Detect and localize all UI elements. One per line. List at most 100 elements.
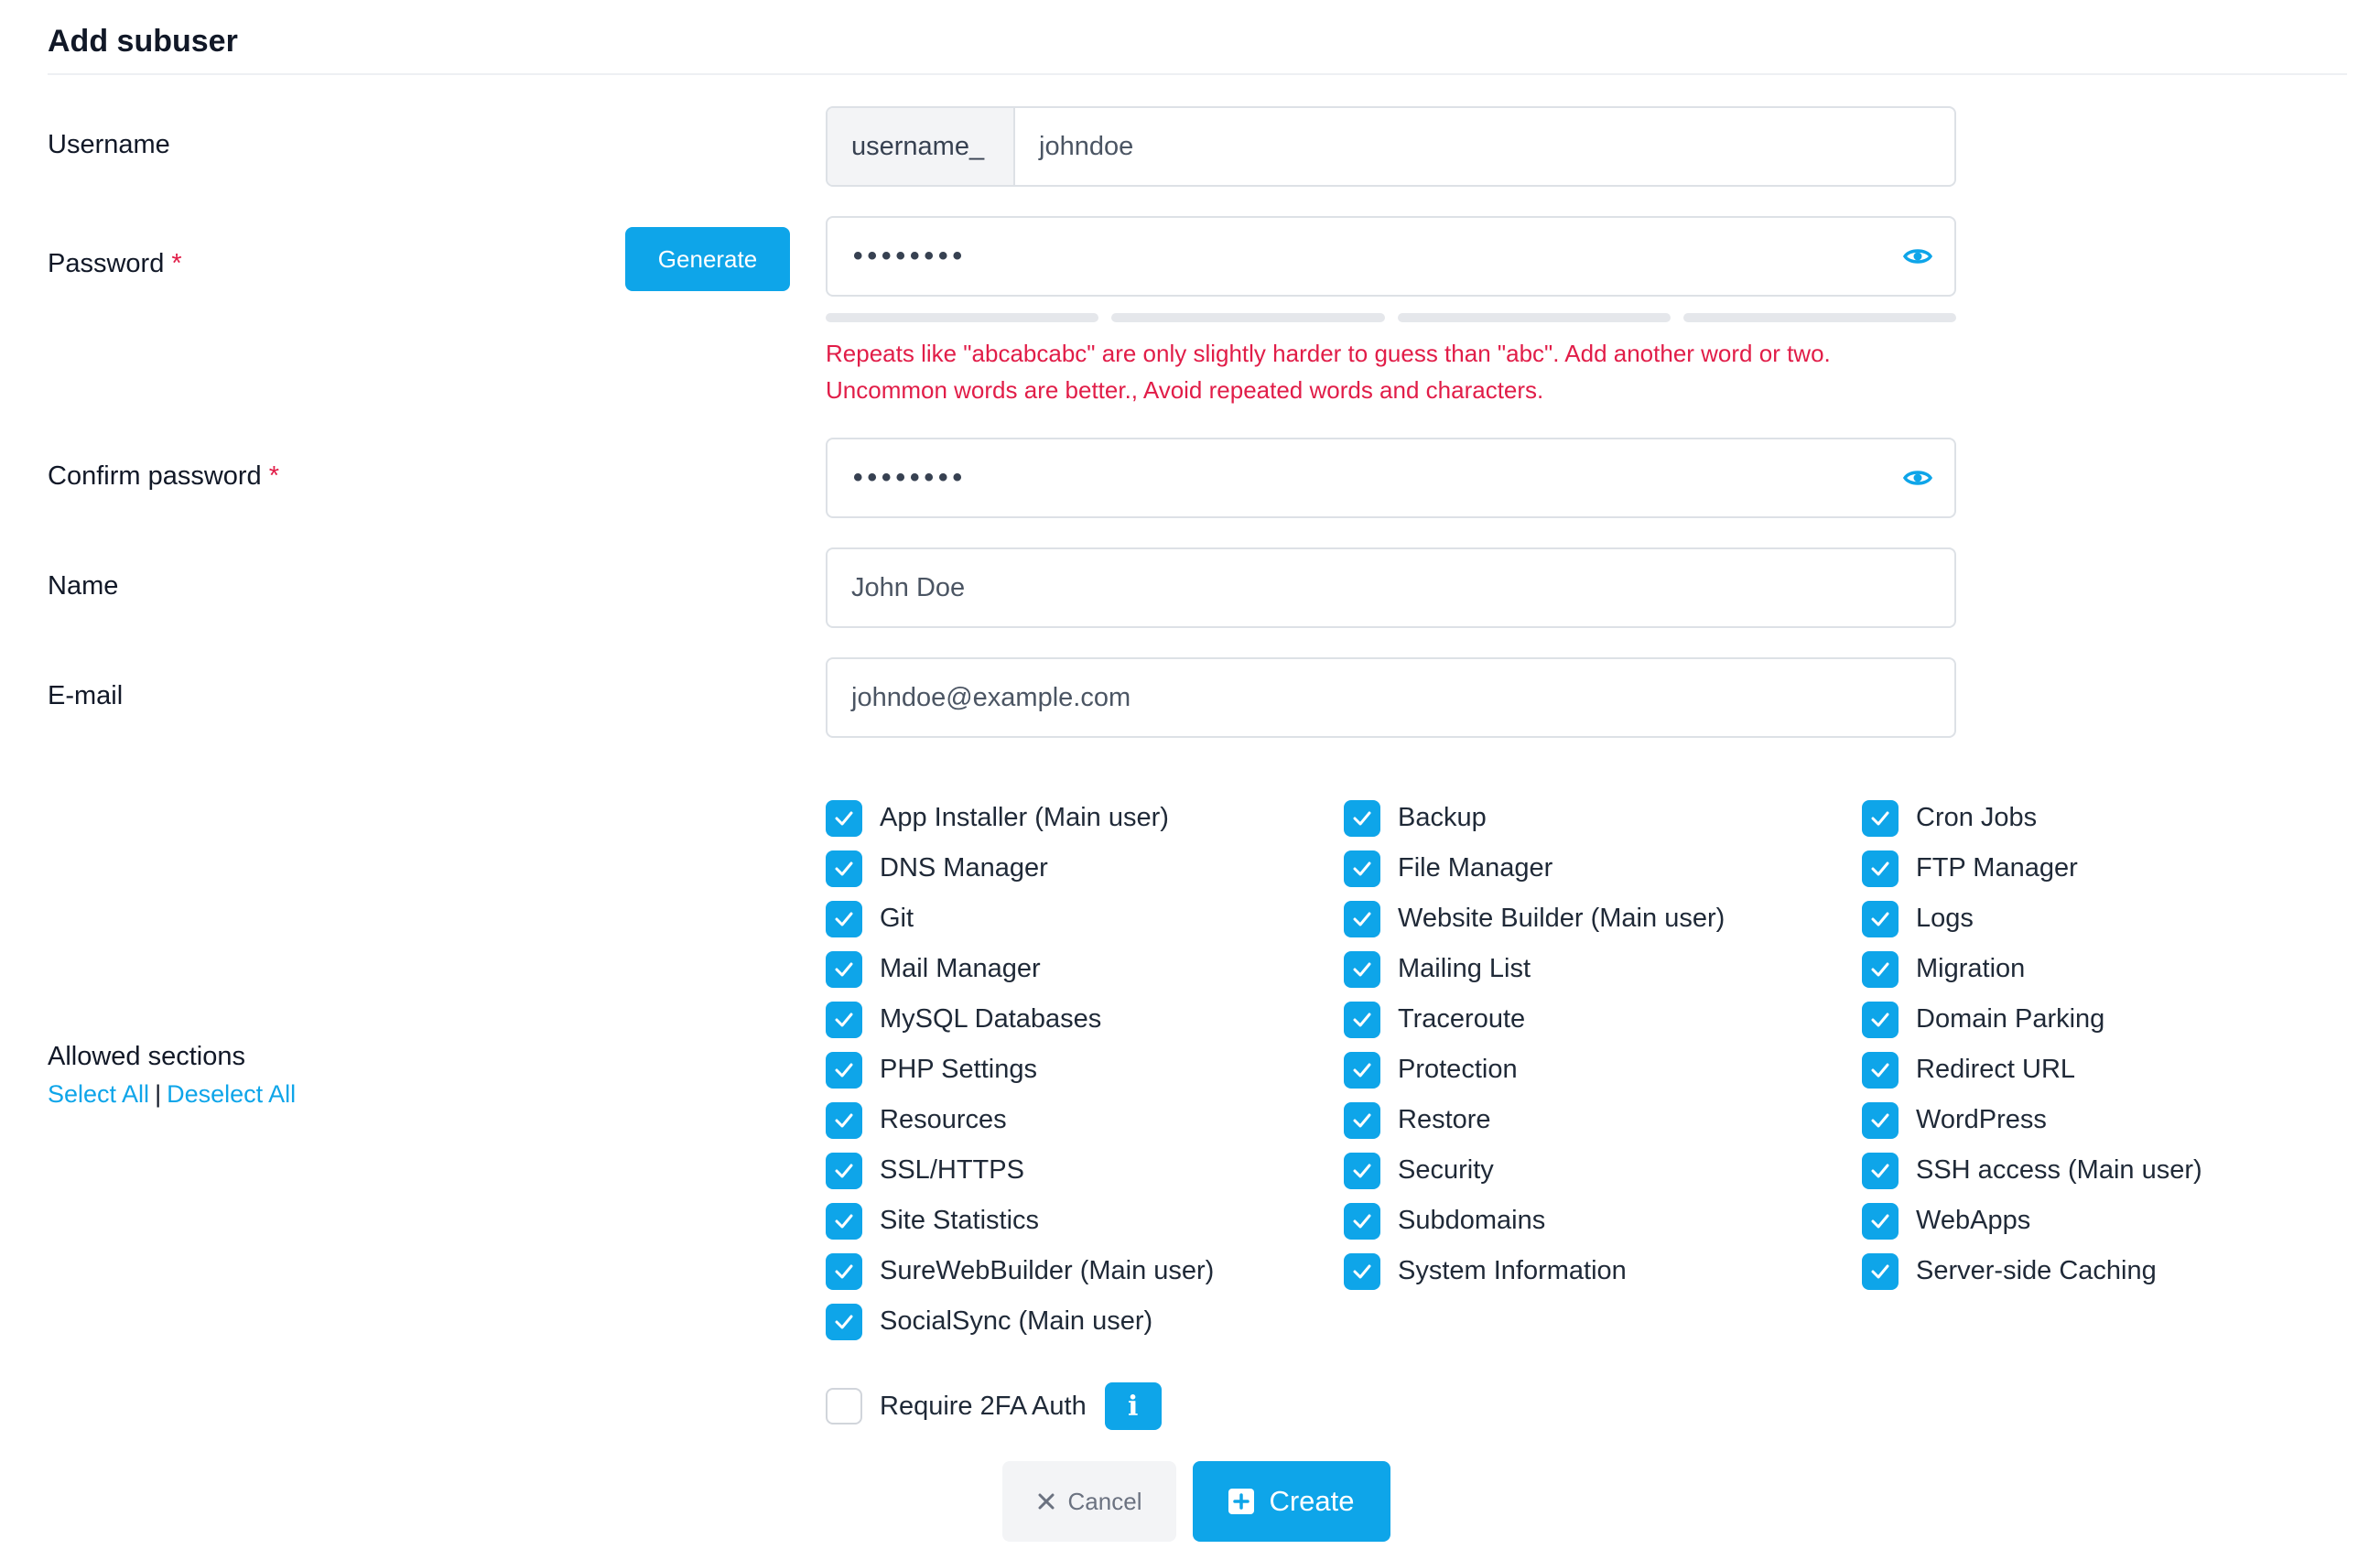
section-checkbox-row: SSL/HTTPS [826,1145,1214,1196]
checkmark-icon [1353,1063,1371,1077]
username-field[interactable]: username_ johndoe [826,106,1956,187]
checkmark-icon [1353,1214,1371,1228]
select-all-link[interactable]: Select All [48,1080,149,1108]
checkmark-icon [835,1315,853,1328]
section-label: Migration [1916,954,2026,983]
section-checkbox[interactable] [1344,850,1380,887]
username-label: Username [48,130,170,160]
email-label-text: E-mail [48,681,124,710]
checkmark-icon [1871,1264,1889,1278]
section-checkbox[interactable] [1862,900,1899,937]
info-icon[interactable]: i [1104,1382,1162,1430]
username-prefix: username_ [828,108,1015,185]
create-button[interactable]: Create [1193,1461,1390,1542]
checkmark-icon [835,1214,853,1228]
section-checkbox[interactable] [826,1202,862,1240]
section-checkbox-row: WordPress [1862,1095,2202,1145]
section-checkbox[interactable] [1862,799,1899,837]
section-checkbox[interactable] [826,1001,862,1038]
section-checkbox[interactable] [826,1051,862,1089]
checkmark-icon [1871,962,1889,976]
section-checkbox[interactable] [1344,1252,1380,1290]
name-field[interactable]: John Doe [826,547,1956,628]
section-checkbox[interactable] [1344,1101,1380,1139]
section-checkbox[interactable] [1344,1051,1380,1089]
section-label: WebApps [1916,1206,2031,1235]
section-checkbox[interactable] [826,799,862,837]
password-field[interactable]: •••••••• [826,216,1956,297]
required-marker: * [171,249,182,278]
confirm-password-label-text: Confirm password [48,461,262,491]
checkmark-icon [835,912,853,926]
username-input[interactable]: johndoe [1015,132,1954,162]
link-separator: | [155,1080,162,1108]
eye-icon [1903,471,1932,485]
section-checkbox[interactable] [1862,1001,1899,1038]
allowed-sections-label: Allowed sections [48,1042,245,1071]
checkmark-icon [1871,1063,1889,1077]
checkmark-icon [835,1264,853,1278]
checkmark-icon [1353,1013,1371,1026]
section-checkbox-row: SureWebBuilder (Main user) [826,1246,1214,1296]
section-label: File Manager [1398,853,1553,883]
email-input[interactable]: johndoe@example.com [828,683,1954,713]
section-checkbox-row: Mail Manager [826,944,1214,994]
section-checkbox[interactable] [1862,1252,1899,1290]
section-checkbox-row: System Information [1344,1246,1725,1296]
require-2fa-row: Require 2FA Auth i [826,1382,1162,1430]
section-checkbox[interactable] [826,1252,862,1290]
section-label: MySQL Databases [880,1004,1102,1034]
section-checkbox[interactable] [1344,799,1380,837]
checkmark-icon [1871,1164,1889,1177]
section-checkbox[interactable] [826,900,862,937]
section-checkbox[interactable] [1862,1202,1899,1240]
section-checkbox[interactable] [826,950,862,988]
section-checkbox[interactable] [826,1101,862,1139]
section-checkbox[interactable] [826,850,862,887]
checkmark-icon [1353,1164,1371,1177]
section-checkbox[interactable] [1862,1152,1899,1189]
section-checkbox[interactable] [826,1303,862,1340]
section-checkbox[interactable] [1862,850,1899,887]
password-feedback-line: Uncommon words are better., Avoid repeat… [826,376,1544,404]
checkmark-icon [1871,1214,1889,1228]
select-links: Select All | Deselect All [48,1080,296,1109]
confirm-password-field[interactable]: •••••••• [826,438,1956,518]
section-checkbox-row: Server-side Caching [1862,1246,2202,1296]
email-field[interactable]: johndoe@example.com [826,657,1956,738]
section-checkbox-row: Website Builder (Main user) [1344,894,1725,944]
eye-icon [1903,249,1932,264]
section-checkbox-row: Backup [1344,793,1725,843]
show-password-toggle[interactable] [1881,218,1954,295]
password-label: Password * [48,249,182,279]
confirm-password-input[interactable]: •••••••• [828,462,1881,493]
section-checkbox[interactable] [1344,950,1380,988]
section-label: Git [880,904,914,933]
section-label: Website Builder (Main user) [1398,904,1726,933]
checkmark-icon [1871,1113,1889,1127]
section-checkbox[interactable] [826,1152,862,1189]
section-checkbox-row: WebApps [1862,1196,2202,1246]
section-checkbox[interactable] [1344,900,1380,937]
section-checkbox[interactable] [1344,1001,1380,1038]
name-input[interactable]: John Doe [828,573,1954,603]
section-label: DNS Manager [880,853,1048,883]
generate-password-button[interactable]: Generate [625,227,790,291]
section-checkbox-row: Restore [1344,1095,1725,1145]
deselect-all-link[interactable]: Deselect All [167,1080,296,1108]
section-checkbox[interactable] [1862,1101,1899,1139]
require-2fa-checkbox[interactable] [826,1388,862,1425]
section-checkbox[interactable] [1862,1051,1899,1089]
section-checkbox[interactable] [1344,1152,1380,1189]
section-checkbox-row: Site Statistics [826,1196,1214,1246]
section-checkbox[interactable] [1344,1202,1380,1240]
cancel-button[interactable]: Cancel [1002,1461,1176,1542]
show-confirm-password-toggle[interactable] [1881,439,1954,516]
section-checkbox-row: Redirect URL [1862,1045,2202,1095]
section-label: Domain Parking [1916,1004,2105,1034]
section-label: PHP Settings [880,1055,1037,1084]
password-input[interactable]: •••••••• [828,241,1881,272]
require-2fa-label: Require 2FA Auth [880,1391,1087,1421]
section-checkbox[interactable] [1862,950,1899,988]
checkmark-icon [835,1113,853,1127]
